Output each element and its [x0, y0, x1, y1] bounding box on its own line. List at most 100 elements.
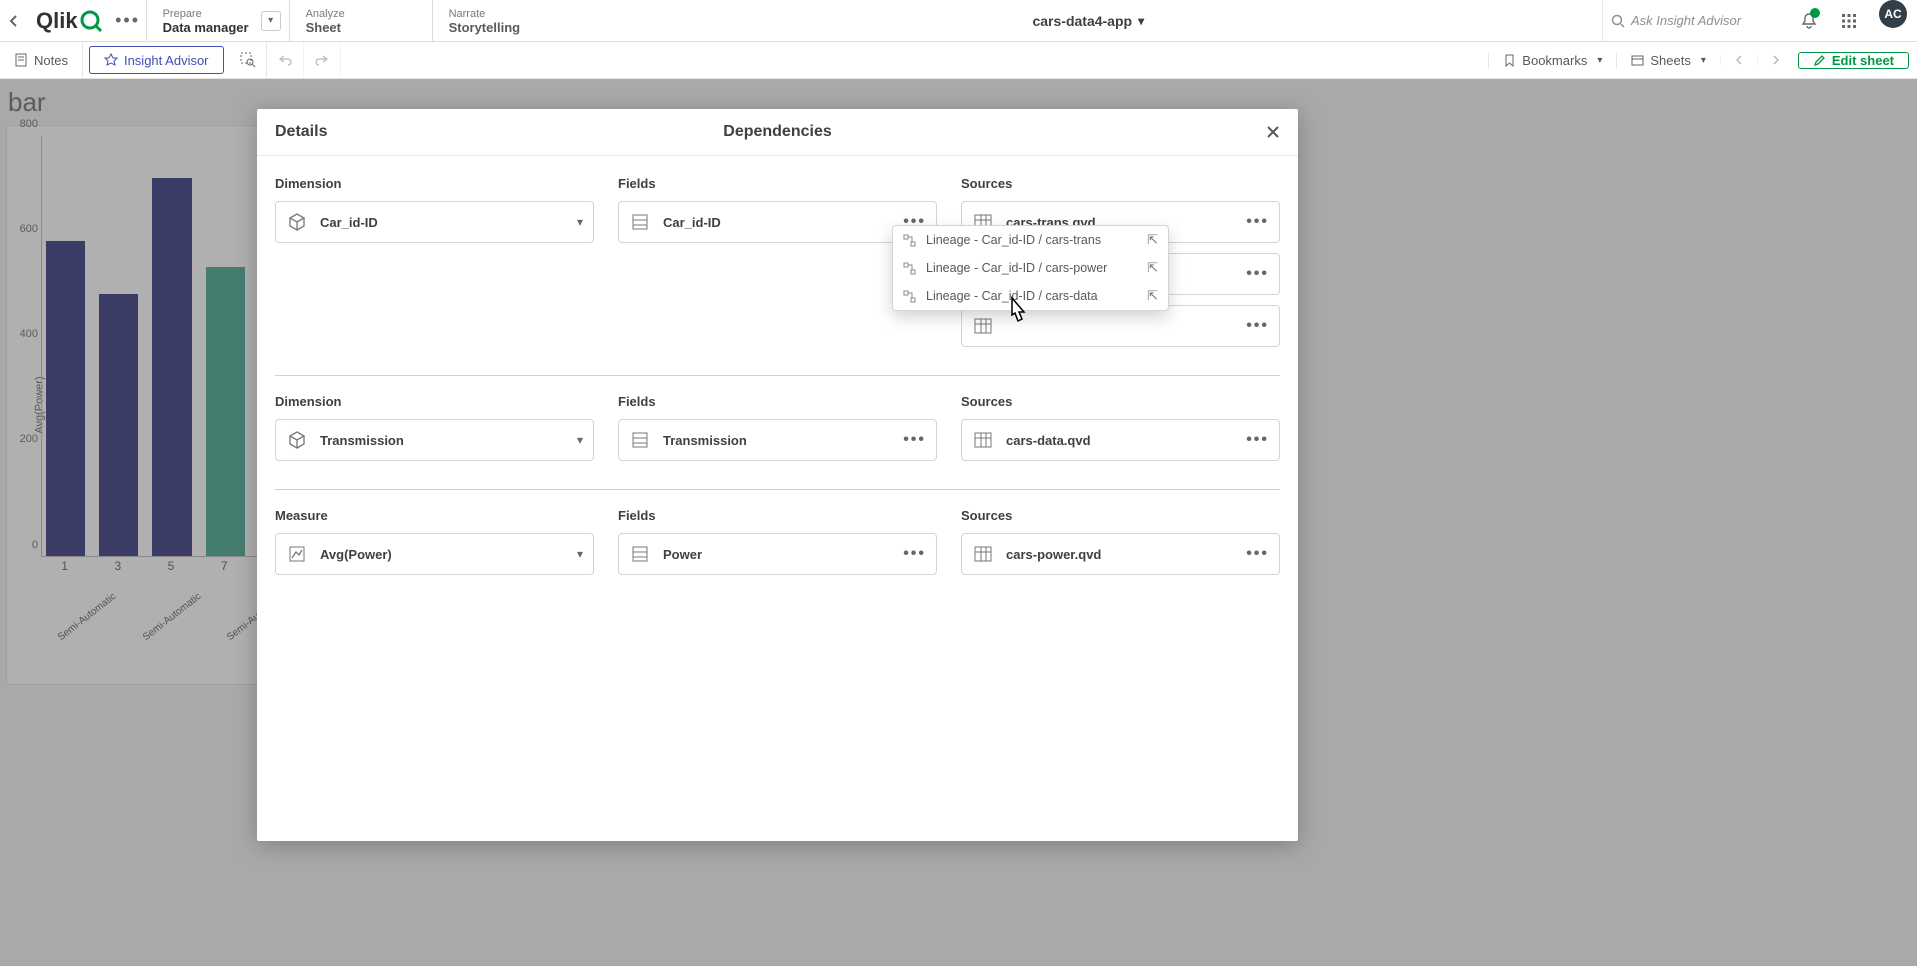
- nav-narrate-small: Narrate: [449, 8, 559, 20]
- table-icon: [972, 429, 994, 451]
- nav-analyze-small: Analyze: [306, 8, 416, 20]
- field-icon: [629, 429, 651, 451]
- card-text: cars-power.qvd: [1006, 547, 1234, 562]
- next-sheet-button[interactable]: [1757, 55, 1794, 65]
- nav-analyze-big: Sheet: [306, 20, 416, 35]
- nav-narrate[interactable]: Narrate Storytelling: [432, 0, 575, 41]
- apps-grid-button[interactable]: [1829, 0, 1869, 41]
- sheets-button[interactable]: Sheets ▾: [1616, 53, 1720, 68]
- lineage-icon: [903, 262, 916, 275]
- notes-button[interactable]: Notes: [0, 42, 83, 78]
- section-label: Dimension: [275, 394, 594, 409]
- more-button[interactable]: •••: [1246, 545, 1269, 563]
- table-icon: [972, 543, 994, 565]
- cube-card[interactable]: Transmission ▾: [275, 419, 594, 461]
- more-button[interactable]: •••: [903, 545, 926, 563]
- lineage-item-0[interactable]: Lineage - Car_id-ID / cars-trans ⇱: [893, 226, 1168, 254]
- card-text: Transmission: [320, 433, 565, 448]
- section-label: Sources: [961, 176, 1280, 191]
- app-title[interactable]: cars-data4-app ▾: [575, 0, 1602, 41]
- field-icon: [629, 211, 651, 233]
- external-link-icon: ⇱: [1147, 232, 1158, 248]
- more-button[interactable]: •••: [1246, 265, 1269, 283]
- chevron-right-icon: [1771, 55, 1781, 65]
- selection-search-icon: [240, 52, 256, 68]
- section-label: Fields: [618, 394, 937, 409]
- smart-search-button[interactable]: [230, 42, 267, 78]
- bookmarks-button[interactable]: Bookmarks ▾: [1488, 53, 1616, 68]
- cube-icon: [286, 211, 308, 233]
- table-card[interactable]: cars-power.qvd •••: [961, 533, 1280, 575]
- field-card[interactable]: Power•••: [618, 533, 937, 575]
- redo-button[interactable]: [304, 42, 341, 78]
- note-icon: [14, 53, 28, 67]
- chevron-left-icon: [8, 15, 20, 27]
- lineage-icon: [903, 234, 916, 247]
- qlik-logo[interactable]: Qlik: [28, 0, 110, 41]
- card-text: Car_id-ID: [320, 215, 565, 230]
- lineage-item-2[interactable]: Lineage - Car_id-ID / cars-data ⇱: [893, 282, 1168, 310]
- more-button[interactable]: •••: [903, 431, 926, 449]
- close-icon: [1266, 125, 1280, 139]
- user-avatar[interactable]: AC: [1879, 0, 1907, 28]
- chevron-down-icon: ▾: [1701, 55, 1706, 66]
- field-icon: [629, 543, 651, 565]
- insight-advisor-button[interactable]: Insight Advisor: [89, 46, 224, 74]
- chevron-down-icon[interactable]: ▾: [577, 215, 583, 229]
- dots-horizontal-icon: •••: [115, 10, 140, 31]
- edit-label: Edit sheet: [1832, 53, 1894, 68]
- card-text: Transmission: [663, 433, 891, 448]
- modal-title-center: Dependencies: [723, 123, 831, 141]
- measure-card[interactable]: Avg(Power) ▾: [275, 533, 594, 575]
- lineage-popup: Lineage - Car_id-ID / cars-trans ⇱ Linea…: [892, 225, 1169, 311]
- undo-button[interactable]: [267, 42, 304, 78]
- modal-header: Details Dependencies: [257, 109, 1298, 156]
- chevron-down-icon[interactable]: ▾: [261, 11, 281, 31]
- undo-icon: [278, 53, 292, 67]
- app-more-button[interactable]: •••: [110, 0, 146, 41]
- more-button[interactable]: •••: [1246, 317, 1269, 335]
- cube-card[interactable]: Car_id-ID ▾: [275, 201, 594, 243]
- topbar: Qlik ••• Prepare Data manager ▾ Analyze …: [0, 0, 1917, 42]
- chevron-down-icon: ▾: [1597, 55, 1602, 66]
- logo-icon: [80, 10, 102, 32]
- modal-title-left: Details: [275, 123, 327, 141]
- external-link-icon: ⇱: [1147, 288, 1158, 304]
- nav-prepare[interactable]: Prepare Data manager ▾: [146, 0, 289, 41]
- chevron-down-icon: ▾: [1138, 14, 1144, 28]
- section-label: Fields: [618, 508, 937, 523]
- nav-analyze[interactable]: Analyze Sheet: [289, 0, 432, 41]
- field-card[interactable]: Transmission •••: [618, 419, 937, 461]
- notifications-button[interactable]: [1789, 0, 1829, 41]
- card-text: cars-data.qvd: [1006, 433, 1234, 448]
- field-card[interactable]: Car_id-ID•••: [618, 201, 937, 243]
- close-button[interactable]: [1266, 125, 1280, 139]
- card-text: Car_id-ID: [663, 215, 891, 230]
- details-modal: Details Dependencies Dimension Car_id-ID ▾…: [257, 109, 1298, 841]
- chevron-down-icon[interactable]: ▾: [577, 433, 583, 447]
- notes-label: Notes: [34, 53, 68, 68]
- search-icon: [1611, 14, 1625, 28]
- insight-icon: [104, 53, 118, 67]
- lineage-icon: [903, 290, 916, 303]
- lineage-item-1[interactable]: Lineage - Car_id-ID / cars-power ⇱: [893, 254, 1168, 282]
- insight-search[interactable]: Ask Insight Advisor: [1602, 0, 1789, 41]
- table-icon: [972, 315, 994, 337]
- more-button[interactable]: •••: [1246, 213, 1269, 231]
- section-label: Sources: [961, 394, 1280, 409]
- nav-prepare-small: Prepare: [163, 8, 273, 20]
- prev-sheet-button[interactable]: [1720, 55, 1757, 65]
- more-button[interactable]: •••: [1246, 431, 1269, 449]
- chevron-down-icon[interactable]: ▾: [577, 547, 583, 561]
- back-button[interactable]: [0, 0, 28, 41]
- edit-sheet-button[interactable]: Edit sheet: [1798, 52, 1909, 69]
- chevron-left-icon: [1734, 55, 1744, 65]
- measure-icon: [286, 543, 308, 565]
- table-card[interactable]: cars-data.qvd •••: [961, 419, 1280, 461]
- card-text: Avg(Power): [320, 547, 565, 562]
- nav-prepare-big: Data manager: [163, 20, 273, 35]
- notification-dot: [1810, 8, 1820, 18]
- pencil-icon: [1813, 54, 1826, 67]
- lineage-item-label: Lineage - Car_id-ID / cars-trans: [926, 233, 1101, 247]
- table-card[interactable]: •••: [961, 305, 1280, 347]
